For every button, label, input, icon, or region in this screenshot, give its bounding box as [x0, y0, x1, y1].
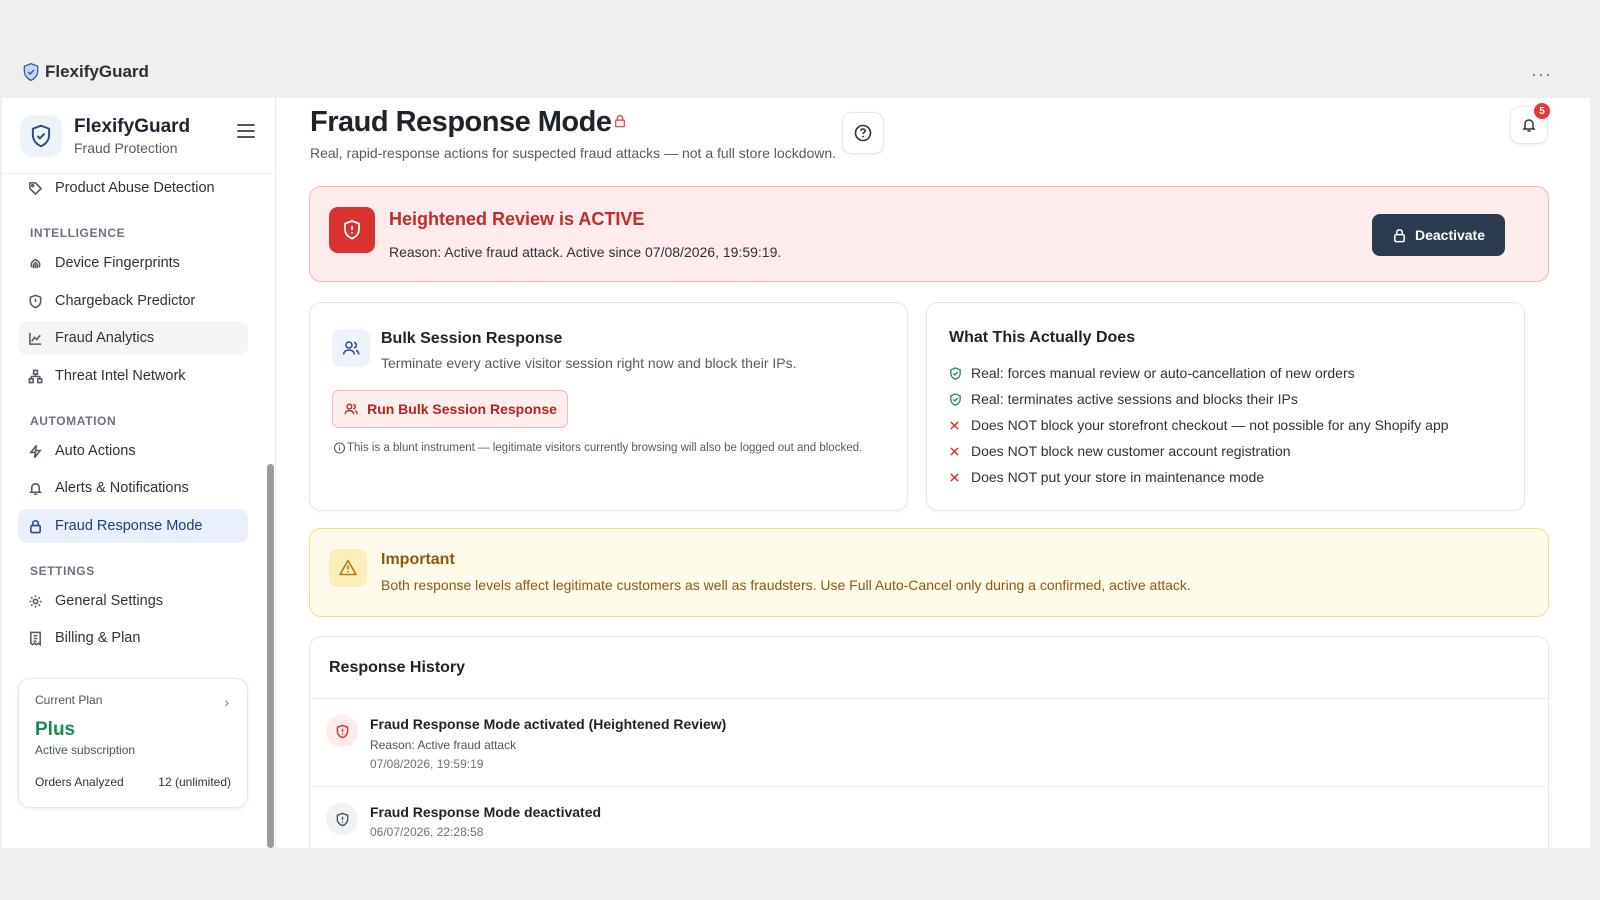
current-plan-card[interactable]: Current Plan › Plus Active subscription …: [18, 678, 248, 808]
x-icon: [949, 472, 971, 483]
response-history-card: Response History Fraud Response Mode act…: [309, 636, 1549, 848]
capability-item: Real: forces manual review or auto-cance…: [949, 360, 1502, 386]
bulk-session-title: Bulk Session Response: [381, 330, 563, 347]
shield-logo-icon: [20, 114, 62, 157]
page-title: Fraud Response Mode: [310, 106, 612, 138]
capability-item: Real: terminates active sessions and blo…: [949, 386, 1502, 412]
bulk-session-description: Terminate every active visitor session r…: [381, 355, 797, 371]
what-this-does-card: What This Actually Does Real: forces man…: [926, 302, 1525, 511]
shield-check-icon: [949, 366, 971, 380]
section-automation: AUTOMATION: [30, 414, 117, 428]
sidebar-item-fraud-analytics[interactable]: Fraud Analytics: [18, 321, 248, 355]
history-title: Fraud Response Mode activated (Heightene…: [370, 716, 727, 732]
run-bulk-session-button[interactable]: Run Bulk Session Response: [332, 390, 568, 428]
bolt-icon: [29, 444, 42, 458]
help-button[interactable]: [842, 112, 884, 154]
sidebar-item-chargeback-predictor[interactable]: Chargeback Predictor: [18, 284, 248, 318]
response-history-title: Response History: [329, 659, 466, 676]
plan-name: Plus: [35, 719, 76, 740]
history-row: Fraud Response Mode deactivated 06/07/20…: [310, 787, 1548, 848]
shield-logo-icon: [23, 62, 39, 82]
lock-icon: [614, 115, 626, 128]
shield-icon: [326, 803, 358, 835]
orders-analyzed-value: 12 (unlimited): [158, 775, 231, 789]
shield-icon: [29, 294, 42, 308]
menu-toggle-icon[interactable]: [237, 124, 255, 138]
important-warning-card: Important Both response levels affect le…: [309, 528, 1549, 617]
sidebar-item-device-fingerprints[interactable]: Device Fingerprints: [18, 246, 248, 280]
shield-alert-icon: [329, 207, 375, 253]
x-icon: [949, 420, 971, 431]
sidebar-subtitle: Fraud Protection: [74, 139, 178, 156]
what-this-does-title: What This Actually Does: [949, 329, 1136, 346]
orders-analyzed-label: Orders Analyzed: [35, 775, 124, 789]
notification-badge: 5: [1534, 103, 1550, 119]
sidebar-item-general-settings[interactable]: General Settings: [18, 584, 248, 618]
active-status-title: Heightened Review is ACTIVE: [389, 209, 645, 229]
help-circle-icon: [854, 124, 872, 142]
sidebar-item-auto-actions[interactable]: Auto Actions: [18, 434, 248, 468]
active-status-banner: Heightened Review is ACTIVE Reason: Acti…: [309, 186, 1549, 282]
chevron-right-icon: ›: [224, 694, 229, 710]
users-icon: [344, 403, 358, 415]
bell-icon: [1522, 119, 1536, 132]
page-subtitle: Real, rapid-response actions for suspect…: [310, 145, 837, 161]
deactivate-button[interactable]: Deactivate: [1372, 214, 1505, 256]
sidebar-item-alerts-notifications[interactable]: Alerts & Notifications: [18, 471, 248, 505]
chart-line-icon: [29, 332, 42, 345]
sidebar-header: FlexifyGuard Fraud Protection: [2, 98, 275, 174]
app-titlebar: FlexifyGuard ···: [0, 52, 1600, 98]
shield-check-icon: [949, 392, 971, 406]
tag-icon: [29, 181, 43, 195]
users-icon: [332, 329, 370, 367]
sidebar-item-threat-intel-network[interactable]: Threat Intel Network: [18, 359, 248, 393]
app-frame: FlexifyGuard Fraud Protection Product Ab…: [2, 98, 1590, 848]
history-row: Fraud Response Mode activated (Heightene…: [310, 699, 1548, 786]
limitation-item: Does NOT block new customer account regi…: [949, 438, 1502, 464]
limitation-item: Does NOT block your storefront checkout …: [949, 412, 1502, 438]
gear-icon: [29, 594, 42, 608]
shield-alert-icon: [326, 715, 358, 747]
lock-icon: [1394, 228, 1405, 242]
history-date: 06/07/2026, 22:28:58: [370, 825, 484, 839]
plan-status: Active subscription: [35, 743, 136, 757]
sidebar-title: FlexifyGuard: [74, 115, 191, 137]
section-settings: SETTINGS: [30, 564, 95, 578]
history-reason: Reason: Active fraud attack: [370, 738, 517, 752]
active-status-reason: Reason: Active fraud attack. Active sinc…: [389, 244, 782, 260]
network-icon: [28, 369, 43, 383]
fingerprint-icon: [30, 258, 41, 268]
main-content: Fraud Response Mode Real, rapid-response…: [276, 98, 1590, 848]
sidebar-scrollbar[interactable]: [265, 174, 275, 848]
bell-icon: [28, 482, 43, 495]
limitation-item: Does NOT put your store in maintenance m…: [949, 464, 1502, 490]
history-title: Fraud Response Mode deactivated: [370, 804, 602, 820]
important-text: Both response levels affect legitimate c…: [381, 577, 1191, 593]
bulk-session-card: Bulk Session Response Terminate every ac…: [309, 302, 908, 511]
important-title: Important: [381, 551, 455, 568]
section-intelligence: INTELLIGENCE: [30, 226, 126, 240]
info-icon: [333, 442, 346, 454]
sidebar: FlexifyGuard Fraud Protection Product Ab…: [2, 98, 276, 848]
sidebar-item-product-abuse-detection[interactable]: Product Abuse Detection: [18, 171, 248, 205]
warning-triangle-icon: [329, 549, 367, 587]
more-menu-icon[interactable]: ···: [1531, 64, 1552, 85]
sidebar-item-fraud-response-mode[interactable]: Fraud Response Mode: [18, 509, 248, 543]
sidebar-item-billing-plan[interactable]: Billing & Plan: [18, 621, 248, 655]
app-brand: FlexifyGuard: [21, 62, 149, 82]
app-name: FlexifyGuard: [45, 62, 149, 81]
lock-icon: [30, 519, 41, 533]
plan-label: Current Plan: [35, 693, 103, 707]
receipt-icon: [30, 631, 41, 646]
bulk-session-note: This is a blunt instrument — legitimate …: [332, 439, 872, 458]
x-icon: [949, 446, 971, 457]
history-date: 07/08/2026, 19:59:19: [370, 757, 484, 771]
